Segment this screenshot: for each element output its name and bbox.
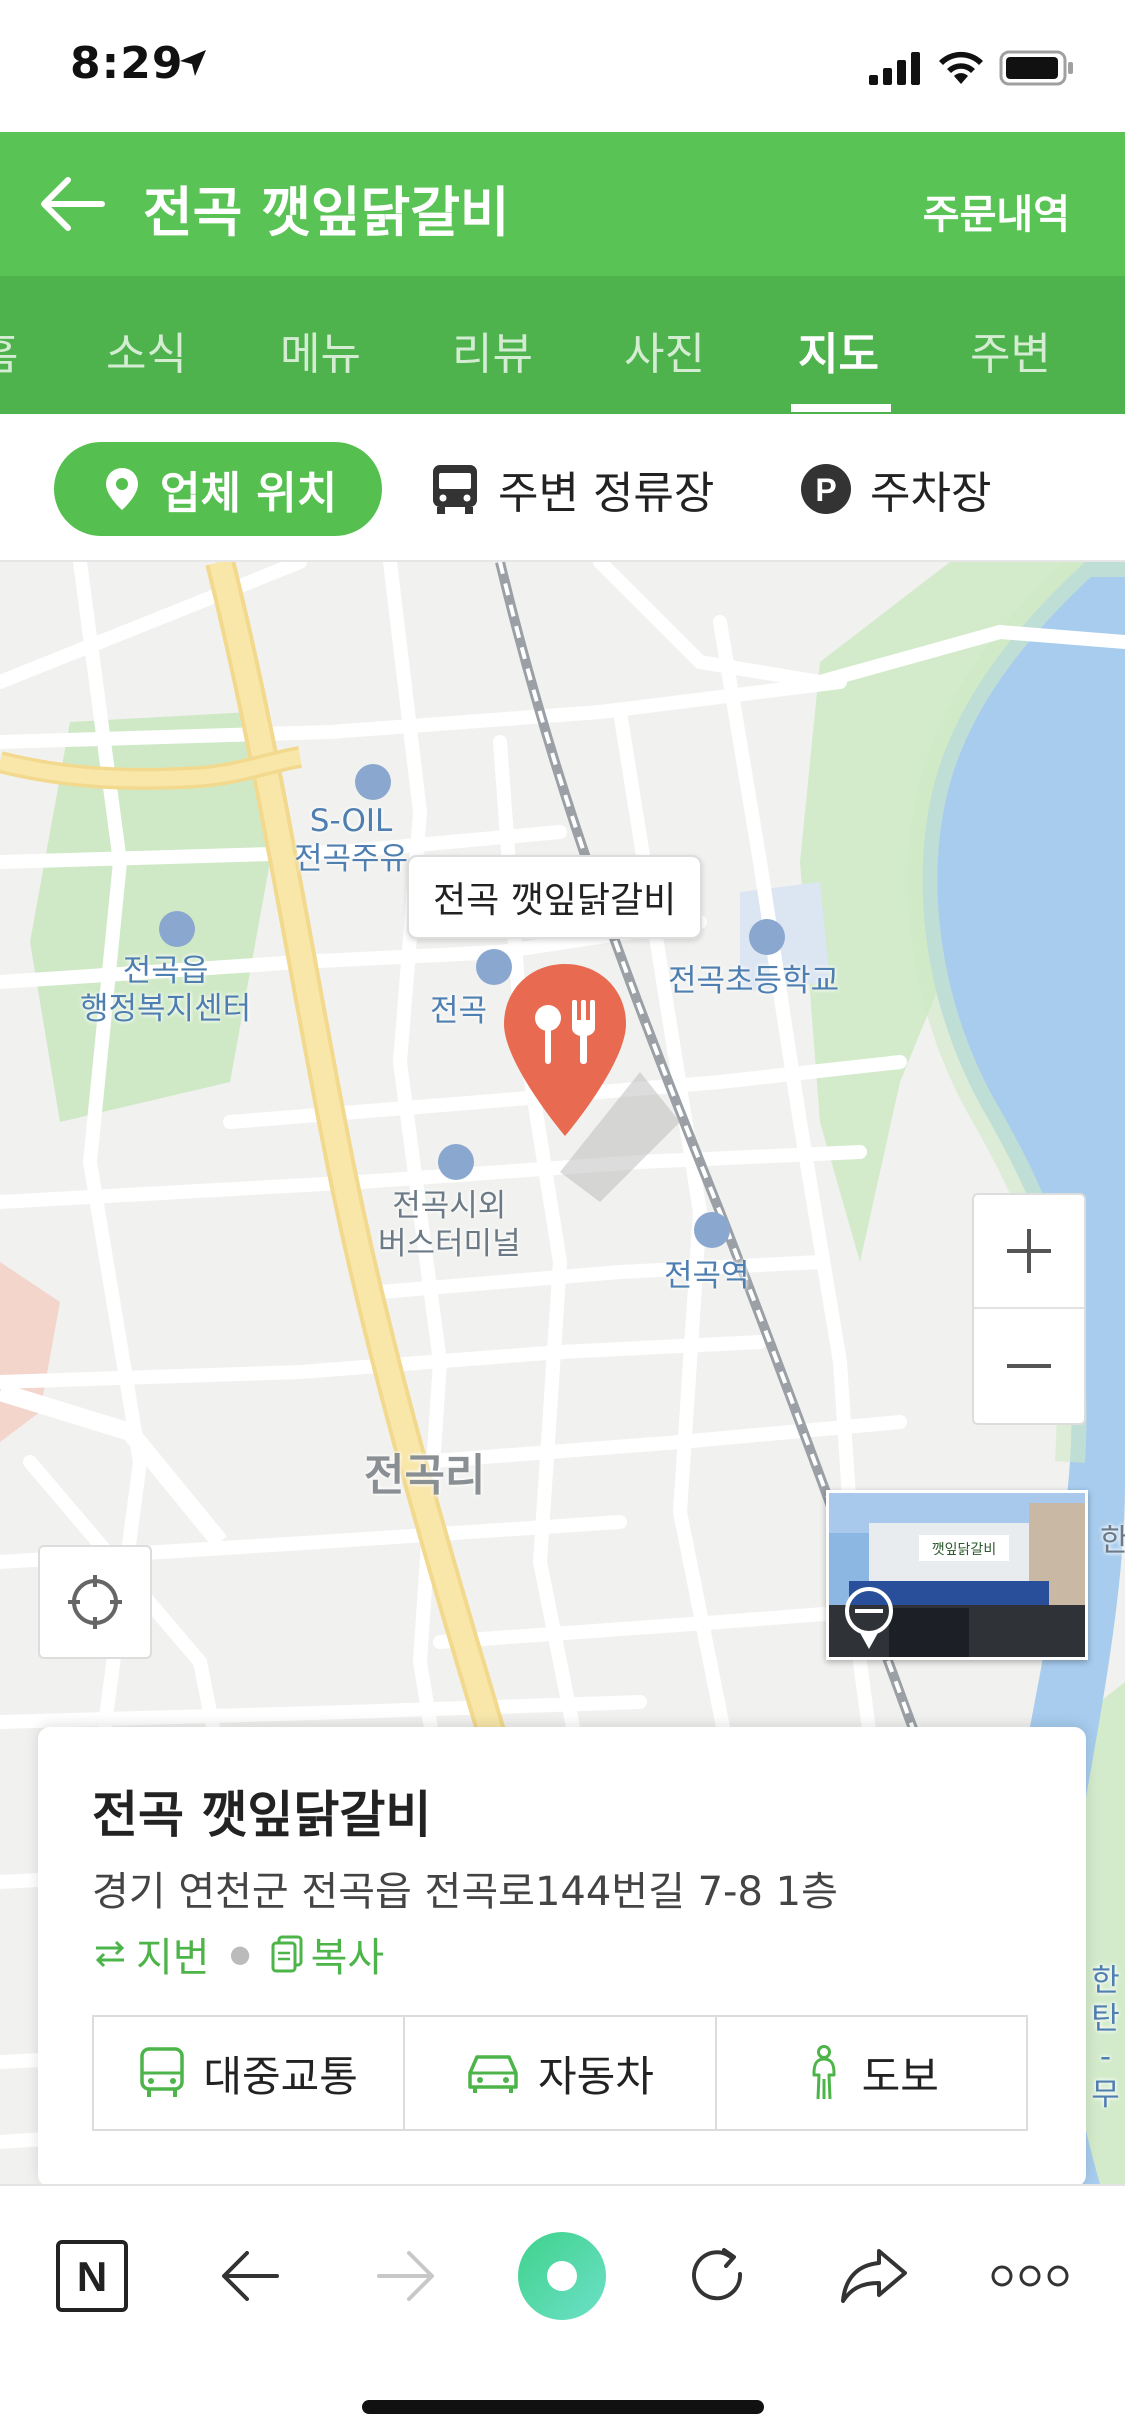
transit-label: 대중교통 [203,2051,358,2101]
status-bar: 8:29 [0,0,1125,132]
nearby-stops-chip[interactable]: 주변 정류장 [430,442,714,536]
place-info-card: 전곡 깻잎닭갈비 경기 연천군 전곡읍 전곡로144번길 7-8 1층 지번 ●… [38,1727,1086,2187]
wifi-icon [939,51,983,84]
reload-button[interactable] [668,2226,768,2326]
tab-reviews[interactable]: 리뷰 [452,318,533,382]
map-label-station: 전곡역 [664,1258,750,1294]
plus-icon [1007,1229,1051,1273]
tab-menu[interactable]: 메뉴 [280,318,361,382]
status-icons [869,50,1075,86]
map-label-district: 전곡리 [364,1450,486,1501]
map-label-edge: 한 [1100,1523,1125,1559]
map-label-edge-2: 한탄 -무 [1091,1963,1120,2113]
place-callout[interactable]: 전곡 깻잎닭갈비 [407,855,703,939]
map-label-soil: S-OIL 전곡주유 [294,803,409,877]
parking-chip[interactable]: P 주차장 [800,442,991,536]
svg-text:N: N [77,2253,107,2300]
green-dot-icon [518,2232,606,2320]
route-options: 대중교통 자동차 도보 [92,2015,1028,2131]
transit-route-button[interactable]: 대중교통 [94,2017,406,2129]
bus-icon [140,2047,185,2097]
forward-arrow-icon [377,2251,434,2301]
tab-news[interactable]: 소식 [106,318,187,382]
location-arrow-icon [180,50,206,76]
swap-arrows-icon [95,1940,125,1968]
map-filter-row: 업체 위치 주변 정류장 P 주차장 [0,414,1125,562]
svg-text:P: P [815,472,836,508]
copy-label: 복사 [310,1935,385,1981]
location-pin-icon [106,468,138,510]
jibun-toggle-button[interactable]: 지번 [92,1925,210,1983]
walk-icon [812,2045,836,2100]
order-history-button[interactable]: 주문내역 [923,182,1070,240]
more-menu-button[interactable] [980,2226,1080,2326]
share-button[interactable] [824,2226,924,2326]
car-icon [468,2055,518,2093]
battery-icon [999,50,1073,86]
zoom-out-button[interactable] [974,1309,1084,1423]
reload-icon [692,2248,743,2301]
tab-photos[interactable]: 사진 [624,318,705,382]
place-address: 경기 연천군 전곡읍 전곡로144번길 7-8 1층 [92,1869,838,1915]
street-view-thumbnail[interactable]: 깻잎닭갈비 [826,1490,1088,1660]
map-label-terminal: 전곡시외 버스터미널 [378,1188,521,1262]
app-header: 전곡 깻잎닭갈비 주문내역 [0,132,1125,276]
current-location-button[interactable] [38,1545,152,1659]
browser-back-button[interactable] [200,2226,300,2326]
tab-map[interactable]: 지도 [798,318,879,382]
cellular-signal-icon [869,52,920,85]
tab-bar: 홈 소식 메뉴 리뷰 사진 지도 주변 [0,276,1125,414]
jibun-label: 지번 [136,1935,210,1981]
bus-icon [433,465,477,514]
tab-nearby[interactable]: 주변 [970,318,1051,382]
map-label-office: 전곡읍 행정복지센터 [80,953,252,1027]
tab-home[interactable]: 홈 [0,318,18,382]
back-arrow-icon [41,177,105,231]
page-title: 전곡 깻잎닭갈비 [143,181,510,244]
map-label-market: 전곡 [430,993,488,1029]
naver-home-button[interactable]: N [42,2226,142,2326]
browser-toolbar: N [0,2184,1125,2436]
active-tab-indicator [791,404,891,412]
more-dots-icon [991,2265,1069,2287]
business-location-label: 업체 위치 [160,468,338,519]
parking-label: 주차장 [870,468,992,519]
home-indicator [362,2400,764,2414]
address-actions: 지번 ● 복사 [92,1925,384,1983]
zoom-in-button[interactable] [974,1195,1084,1309]
business-location-chip[interactable]: 업체 위치 [54,442,382,536]
back-arrow-icon [222,2251,279,2301]
place-name: 전곡 깻잎닭갈비 [92,1786,432,1844]
parking-icon: P [801,464,851,514]
car-route-button[interactable]: 자동차 [405,2017,717,2129]
separator-dot: ● [229,1940,251,1968]
street-view-sign: 깻잎닭갈비 [932,1542,996,1558]
street-view-image: 깻잎닭갈비 [829,1493,1085,1657]
green-dot-button[interactable] [512,2226,612,2326]
status-time: 8:29 [70,38,184,89]
share-arrow-icon [841,2249,907,2303]
copy-icon [271,1935,303,1973]
restaurant-pin-icon[interactable] [500,960,630,1140]
car-label: 자동차 [538,2051,654,2101]
walk-label: 도보 [861,2051,939,2101]
map-label-school: 전곡초등학교 [668,963,840,999]
walk-route-button[interactable]: 도보 [717,2017,1026,2129]
naver-n-icon: N [56,2240,128,2312]
crosshair-icon [68,1575,122,1629]
minus-icon [1007,1364,1051,1368]
browser-forward-button[interactable] [356,2226,456,2326]
copy-address-button[interactable]: 복사 [271,1925,385,1983]
nearby-stops-label: 주변 정류장 [498,468,715,519]
zoom-control [972,1193,1086,1425]
back-button[interactable] [38,172,108,236]
